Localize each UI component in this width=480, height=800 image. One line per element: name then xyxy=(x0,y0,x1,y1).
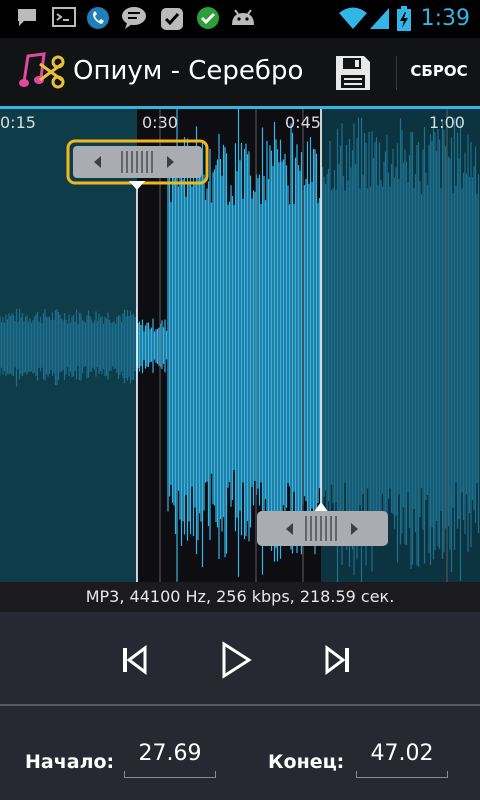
start-time-input[interactable]: 27.69 xyxy=(124,741,216,778)
end-label: Конец: xyxy=(268,751,345,773)
waveform-canvas[interactable]: 0:15 0:30 0:45 1:00 xyxy=(0,99,480,597)
check-circle-icon xyxy=(197,7,219,29)
terminal-icon xyxy=(52,7,76,27)
start-marker-handle[interactable] xyxy=(66,139,209,190)
app-title: Опиум - Серебро xyxy=(73,56,304,86)
battery-charging-icon xyxy=(397,6,411,31)
time-label-1-00: 1:00 xyxy=(429,113,465,132)
reset-button[interactable]: СБРОС xyxy=(398,62,480,80)
skip-next-icon[interactable] xyxy=(316,638,360,682)
end-time-input[interactable]: 47.02 xyxy=(356,741,448,778)
chat-bubble-icon xyxy=(18,9,36,26)
time-label-0-15: 0:15 xyxy=(0,113,36,132)
wifi-icon xyxy=(339,7,367,29)
waveform-editor[interactable]: 0:15 0:30 0:45 1:00 xyxy=(0,99,480,597)
action-bar: Опиум - Серебро СБРОС xyxy=(0,38,480,106)
playback-controls xyxy=(0,612,480,704)
selection-fields: Начало: 27.69 Конец: 47.02 xyxy=(0,706,480,800)
clock: 1:39 xyxy=(420,6,470,31)
play-icon[interactable] xyxy=(214,638,258,682)
phone-icon xyxy=(87,7,109,29)
skip-previous-icon[interactable] xyxy=(112,638,156,682)
floppy-disk-icon[interactable] xyxy=(334,54,372,92)
file-info-bar: MP3, 44100 Hz, 256 kbps, 218.59 сек. xyxy=(0,582,480,612)
time-label-0-45: 0:45 xyxy=(285,113,321,132)
start-label: Начало: xyxy=(25,751,115,773)
start-time-value[interactable]: 27.69 xyxy=(124,741,216,766)
time-label-0-30: 0:30 xyxy=(142,113,178,132)
status-bar: 1:39 xyxy=(0,0,480,38)
file-info-text: MP3, 44100 Hz, 256 kbps, 218.59 сек. xyxy=(85,587,395,606)
end-time-value[interactable]: 47.02 xyxy=(356,741,448,766)
checkbox-icon xyxy=(161,8,183,30)
message-icon xyxy=(122,7,146,29)
action-divider xyxy=(396,56,397,90)
android-icon xyxy=(232,9,254,25)
signal-icon xyxy=(370,8,389,29)
music-scissors-icon[interactable] xyxy=(18,52,66,92)
